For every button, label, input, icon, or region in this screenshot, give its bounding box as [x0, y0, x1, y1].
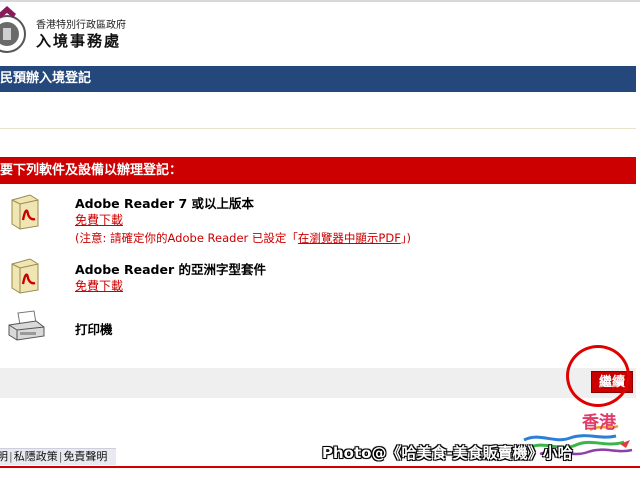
footer-link-disclaimer[interactable]: 免責聲明 — [63, 450, 107, 463]
highlight-circle-annotation — [566, 345, 630, 407]
requirements-heading: 需要下列軟件及設備以辦理登記： — [0, 163, 183, 178]
footer-link-privacy[interactable]: 私隱政策 — [14, 450, 58, 463]
printer-icon — [8, 310, 45, 341]
brand-text: 香港 — [582, 413, 616, 433]
note-suffix: 」) — [400, 231, 412, 245]
action-bar — [0, 368, 636, 398]
org-name-line2: 入境事務處 — [36, 32, 122, 50]
requirement-title-printer: 打印機 — [75, 322, 113, 337]
org-name-line1: 香港特別行政區政府 — [36, 20, 126, 31]
divider — [0, 128, 636, 129]
note-prefix: (注意: 請確定你的Adobe Reader 已設定「 — [75, 231, 298, 245]
footer-links: 聲明|私隱政策|免責聲明 — [0, 448, 116, 465]
page-title-bar: 居民預辦入境登記 — [0, 66, 636, 92]
footer-link-notice[interactable]: 聲明 — [0, 450, 8, 463]
adobe-font-pack-icon — [11, 258, 39, 294]
top-border — [0, 0, 640, 2]
requirements-heading-bar: 需要下列軟件及設備以辦理登記： — [0, 157, 636, 184]
download-link-adobe-reader[interactable]: 免費下載 — [75, 211, 123, 228]
adobe-reader-icon — [11, 194, 39, 230]
download-link-font-pack[interactable]: 免費下載 — [75, 277, 123, 294]
requirement-title-adobe-reader: Adobe Reader 7 或以上版本 — [75, 196, 255, 211]
pdf-setting-note: (注意: 請確定你的Adobe Reader 已設定「在瀏覽器中顯示PDF」) — [75, 230, 411, 246]
hksar-emblem-icon — [0, 6, 26, 53]
page-title: 居民預辦入境登記 — [0, 71, 92, 86]
requirement-title-font-pack: Adobe Reader 的亞洲字型套件 — [75, 262, 266, 277]
pdf-in-browser-link[interactable]: 在瀏覽器中顯示PDF — [298, 231, 401, 245]
footer-divider — [0, 466, 640, 468]
photo-watermark: Photo@《哈美食-美食販賣機》小哈 — [322, 444, 573, 462]
